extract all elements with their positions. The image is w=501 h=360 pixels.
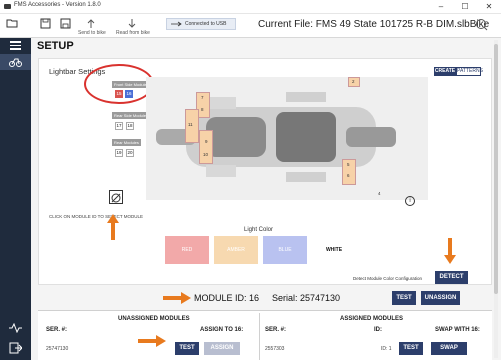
- panel-divider: [259, 313, 260, 360]
- assign-to-header: ASSIGN TO 16:: [200, 327, 244, 333]
- annotation-arrow-down: [444, 238, 456, 264]
- modules-panel: UNASSIGNED MODULES SER. #: ASSIGN TO 16:…: [38, 310, 492, 360]
- app-icon: [4, 4, 11, 9]
- led-block-front-left[interactable]: 11: [185, 109, 199, 143]
- send-to-bike-label[interactable]: Send to bike: [78, 30, 106, 36]
- module-17-button[interactable]: 17: [115, 122, 123, 130]
- annotation-arrow-up: [107, 214, 119, 240]
- light-color-label: Light Color: [244, 227, 274, 233]
- assigned-serial: 2557303: [265, 346, 285, 352]
- test-module-button[interactable]: TEST: [392, 291, 416, 305]
- sidebar: [0, 38, 31, 360]
- annotation-arrow-right-module: [163, 292, 191, 304]
- exit-icon[interactable]: [9, 342, 22, 354]
- assigned-id: ID: 1: [381, 346, 392, 352]
- save-as-icon[interactable]: [60, 18, 71, 29]
- color-option-white[interactable]: WHITE: [312, 236, 356, 264]
- close-button[interactable]: ✕: [482, 1, 496, 12]
- swap-button[interactable]: SWAP: [431, 342, 467, 355]
- info-icon[interactable]: i: [405, 196, 415, 206]
- assigned-ser-header: SER. #:: [265, 327, 287, 333]
- assigned-test-button[interactable]: TEST: [399, 342, 423, 355]
- unassign-button[interactable]: UNASSIGN: [421, 291, 460, 305]
- assign-button[interactable]: ASSIGN: [204, 342, 240, 355]
- app-window: FMS Accessories - Version 1.8.0 – ☐ ✕ Se…: [0, 0, 501, 360]
- unassigned-test-button[interactable]: TEST: [175, 342, 199, 355]
- minimize-button[interactable]: –: [434, 1, 448, 12]
- save-icon[interactable]: [40, 18, 51, 29]
- module-20-button[interactable]: 20: [126, 149, 134, 157]
- led-block-rear-top[interactable]: 2: [348, 77, 360, 87]
- title-bar: FMS Accessories - Version 1.8.0 – ☐ ✕: [0, 0, 501, 14]
- annotation-circle: [84, 64, 154, 104]
- color-option-red[interactable]: RED: [165, 236, 209, 264]
- no-module-icon[interactable]: [109, 190, 123, 204]
- hamburger-menu-icon[interactable]: [10, 41, 21, 50]
- unassigned-serial: 25747130: [46, 346, 69, 352]
- serial-label: Serial: 25747130: [272, 293, 341, 303]
- connection-status: Connected to USB: [166, 18, 236, 30]
- color-option-amber[interactable]: AMBER: [214, 236, 258, 264]
- select-module-hint: CLICK ON MODULE ID TO SELECT MODULE: [49, 214, 144, 219]
- lightbar-settings-card: Lightbar Settings CREATE PATTERNS Front …: [38, 58, 492, 285]
- motorcycle-icon: [9, 58, 22, 67]
- module-19-button[interactable]: 19: [115, 149, 123, 157]
- led-block-rear-bottom[interactable]: 5 6: [342, 159, 356, 185]
- maximize-button[interactable]: ☐: [458, 1, 472, 12]
- open-folder-icon[interactable]: [6, 18, 18, 28]
- rear-modules-label: Rear Modules: [112, 139, 141, 146]
- read-from-bike-icon[interactable]: [127, 18, 137, 29]
- search-file-icon[interactable]: [475, 18, 488, 31]
- led-block-front-lower[interactable]: 9 10: [199, 130, 213, 164]
- usb-icon: [171, 21, 182, 27]
- detect-label: Detect Module Color Configuration: [353, 276, 423, 281]
- send-to-bike-icon[interactable]: [86, 18, 96, 29]
- annotation-arrow-right-test: [138, 335, 166, 347]
- module-id-label: MODULE ID: 16: [194, 293, 260, 303]
- page-title: SETUP: [37, 40, 74, 52]
- assigned-id-header: ID:: [374, 327, 382, 333]
- led-label-4: 4: [378, 191, 381, 196]
- unassigned-ser-header: SER. #:: [46, 327, 68, 333]
- detect-button[interactable]: DETECT: [435, 271, 468, 284]
- window-title: FMS Accessories - Version 1.8.0: [14, 2, 101, 8]
- scrollbar-thumb[interactable]: [494, 44, 498, 294]
- module-18-button[interactable]: 18: [126, 122, 134, 130]
- patterns-toggle[interactable]: PATTERNS: [456, 67, 483, 76]
- read-from-bike-label[interactable]: Read from bike: [116, 30, 150, 36]
- sidebar-item-bike-setup[interactable]: [0, 54, 31, 70]
- unassigned-title: UNASSIGNED MODULES: [118, 316, 190, 322]
- create-toggle[interactable]: CREATE: [434, 67, 456, 76]
- assigned-title: ASSIGNED MODULES: [340, 316, 404, 322]
- color-option-blue[interactable]: BLUE: [263, 236, 307, 264]
- swap-with-header: SWAP WITH 16:: [435, 327, 480, 333]
- current-file-label: Current File: FMS 49 State 101725 R-B DI…: [258, 19, 490, 30]
- connection-label: Connected to USB: [185, 21, 227, 27]
- rear-side-modules-label: Rear Side Modules: [112, 112, 151, 119]
- pulse-icon[interactable]: [9, 323, 22, 333]
- toolbar: Send to bike Read from bike Connected to…: [0, 14, 501, 38]
